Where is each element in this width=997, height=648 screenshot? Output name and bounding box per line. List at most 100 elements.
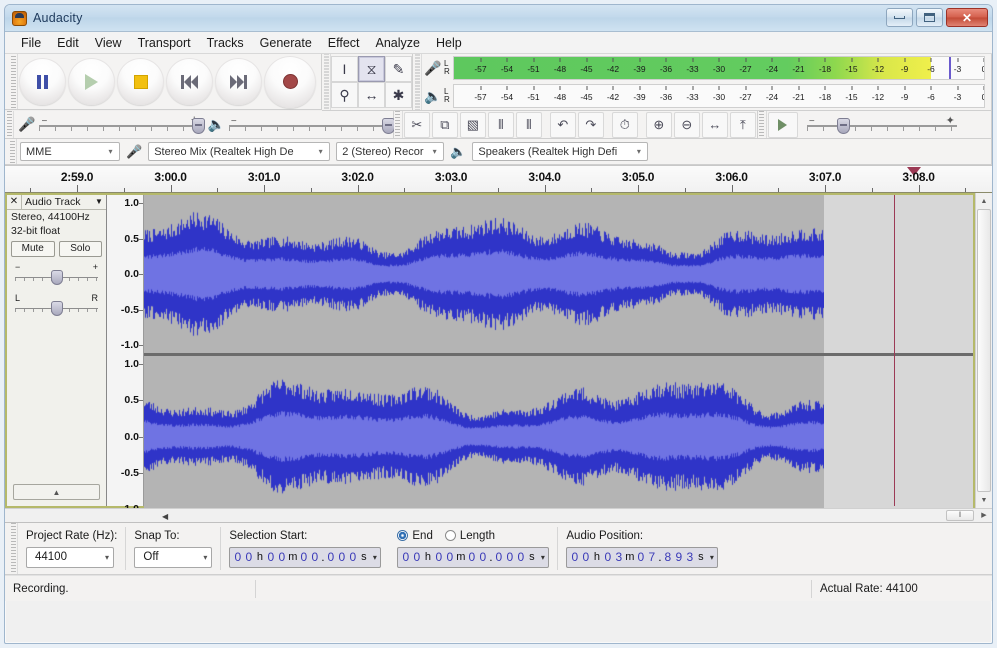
menu-generate[interactable]: Generate	[252, 34, 320, 52]
time-digit[interactable]: 0	[243, 550, 254, 564]
input-volume-slider[interactable]: − +	[39, 114, 206, 136]
time-digit[interactable]: 0	[433, 550, 444, 564]
speed-slider-thumb[interactable]	[837, 117, 851, 134]
scroll-up-button[interactable]: ▲	[976, 193, 992, 209]
time-digit[interactable]: 0	[325, 550, 336, 564]
time-digit[interactable]: 0	[504, 550, 515, 564]
chevron-down-icon[interactable]: ▾	[537, 553, 548, 562]
draw-tool-button[interactable]: ✎	[385, 56, 412, 82]
selection-tool-button[interactable]: I	[331, 56, 358, 82]
time-digit[interactable]: 8	[662, 550, 673, 564]
zoom-tool-button[interactable]: ⚲	[331, 82, 358, 108]
time-digit[interactable]: 0	[276, 550, 287, 564]
selection-end-field[interactable]: 0 0 h 0 0 m 0 0. 0 0 0 s ▾	[397, 546, 550, 568]
close-button[interactable]: ✕	[946, 8, 988, 27]
playback-meter[interactable]: -57 -54 -51 -48 -45 -42 -39 -36 -33 -30 -27 -24 -21-…	[453, 84, 985, 108]
input-slider-thumb[interactable]	[192, 117, 206, 134]
playback-device-select[interactable]: Speakers (Realtek High Defi ▾	[472, 142, 649, 161]
time-digit[interactable]: 9	[673, 550, 684, 564]
play-at-speed-grip[interactable]	[757, 111, 767, 138]
gain-slider-thumb[interactable]	[50, 270, 63, 285]
scroll-down-button[interactable]: ▼	[976, 492, 992, 508]
selection-toolbar-grip[interactable]	[9, 523, 18, 574]
play-speed-slider[interactable]: − ✦	[806, 114, 957, 136]
output-volume-slider[interactable]: −	[228, 114, 395, 136]
time-digit[interactable]: 0	[493, 550, 504, 564]
copy-button[interactable]: ⧉	[431, 111, 458, 138]
waveform-channel-right[interactable]	[144, 356, 973, 517]
track-gain-slider[interactable]: − +	[15, 262, 98, 288]
recording-meter-grip[interactable]	[413, 54, 422, 82]
time-digit[interactable]: 0	[466, 550, 477, 564]
trim-audio-button[interactable]: ⦀	[487, 111, 514, 138]
zoom-in-button[interactable]: ⊕	[645, 111, 672, 138]
menu-help[interactable]: Help	[428, 34, 470, 52]
silence-audio-button[interactable]: ⫴	[515, 111, 542, 138]
track-pan-slider[interactable]: L R	[15, 293, 98, 319]
time-digit[interactable]: 0	[309, 550, 320, 564]
multi-tool-button[interactable]: ✱	[385, 82, 412, 108]
minimize-button[interactable]	[886, 8, 913, 27]
waveform-channel-left[interactable]	[144, 195, 973, 353]
chevron-down-icon[interactable]: ▾	[706, 553, 717, 562]
time-digit[interactable]: 0	[635, 550, 646, 564]
edit-toolbar-grip[interactable]	[393, 111, 403, 138]
time-digit[interactable]: 0	[580, 550, 591, 564]
skip-to-start-button[interactable]	[166, 58, 213, 105]
collapse-track-button[interactable]: ▲	[13, 484, 100, 500]
device-toolbar-grip[interactable]	[8, 139, 17, 164]
horizontal-scrollbar[interactable]: ◀ ‖ ▶	[5, 508, 992, 522]
pan-slider-thumb[interactable]	[50, 301, 63, 316]
maximize-button[interactable]	[916, 8, 943, 27]
menu-edit[interactable]: Edit	[49, 34, 87, 52]
recording-channels-select[interactable]: 2 (Stereo) Recor ▾	[336, 142, 445, 161]
time-digit[interactable]: 0	[515, 550, 526, 564]
time-digit[interactable]: 0	[298, 550, 309, 564]
transport-toolbar-grip[interactable]	[9, 54, 18, 109]
audio-position-field[interactable]: 0 0 h 0 3 m 0 7. 8 9 3 s ▾	[566, 546, 719, 568]
scroll-right-button[interactable]: ▶	[976, 511, 992, 519]
close-track-button[interactable]: ✕	[7, 195, 22, 209]
paste-button[interactable]: ▧	[459, 111, 486, 138]
audio-host-select[interactable]: MME ▾	[20, 142, 120, 161]
redo-button[interactable]: ↷	[577, 111, 604, 138]
time-digit[interactable]: 3	[613, 550, 624, 564]
time-digit[interactable]: 0	[602, 550, 613, 564]
project-rate-select[interactable]: 44100 ▾	[26, 546, 114, 568]
solo-button[interactable]: Solo	[58, 241, 102, 257]
mixer-toolbar-grip[interactable]	[5, 111, 14, 138]
time-digit[interactable]: 0	[411, 550, 422, 564]
sync-lock-button[interactable]: ⏱	[611, 111, 638, 138]
snap-to-select[interactable]: Off ▾	[134, 546, 213, 568]
time-digit[interactable]: 7	[646, 550, 657, 564]
time-digit[interactable]: 3	[684, 550, 695, 564]
record-button[interactable]	[264, 55, 316, 108]
time-digit[interactable]: 0	[400, 550, 411, 564]
track-name[interactable]: Audio Track	[22, 195, 92, 209]
selection-start-field[interactable]: 0 0 h 0 0 m 0 0. 0 0 0 s ▾	[229, 546, 382, 568]
recording-meter[interactable]: -57 -54 -51 -48 -45 -42 -39 -36 -33 -30 -27 -24 -21-…	[453, 56, 985, 80]
pause-button[interactable]	[19, 58, 66, 105]
play-button[interactable]	[68, 58, 115, 105]
time-digit[interactable]: 0	[444, 550, 455, 564]
cut-button[interactable]: ✂	[403, 111, 430, 138]
end-radio[interactable]	[397, 530, 409, 541]
stop-button[interactable]	[117, 58, 164, 105]
fit-project-button[interactable]: ⤒	[729, 111, 756, 138]
menu-effect[interactable]: Effect	[320, 34, 368, 52]
timeshift-tool-button[interactable]: ↔	[358, 82, 385, 108]
waveform-display[interactable]	[144, 195, 973, 517]
tools-toolbar-grip[interactable]	[322, 54, 331, 110]
time-digit[interactable]: 0	[569, 550, 580, 564]
playback-meter-grip[interactable]	[413, 82, 422, 110]
recording-device-select[interactable]: Stereo Mix (Realtek High De ▾	[148, 142, 331, 161]
menu-view[interactable]: View	[87, 34, 130, 52]
chevron-down-icon[interactable]: ▼	[92, 195, 106, 209]
menu-transport[interactable]: Transport	[130, 34, 199, 52]
mute-button[interactable]: Mute	[11, 241, 55, 257]
time-digit[interactable]: 0	[336, 550, 347, 564]
menu-file[interactable]: File	[13, 34, 49, 52]
time-digit[interactable]: 0	[232, 550, 243, 564]
timeline-ruler[interactable]: 2:59.0 3:00.0 3:01.0 3:02.0 3:03.0 3:04.0 3:05…	[5, 166, 992, 193]
time-digit[interactable]: 0	[347, 550, 358, 564]
